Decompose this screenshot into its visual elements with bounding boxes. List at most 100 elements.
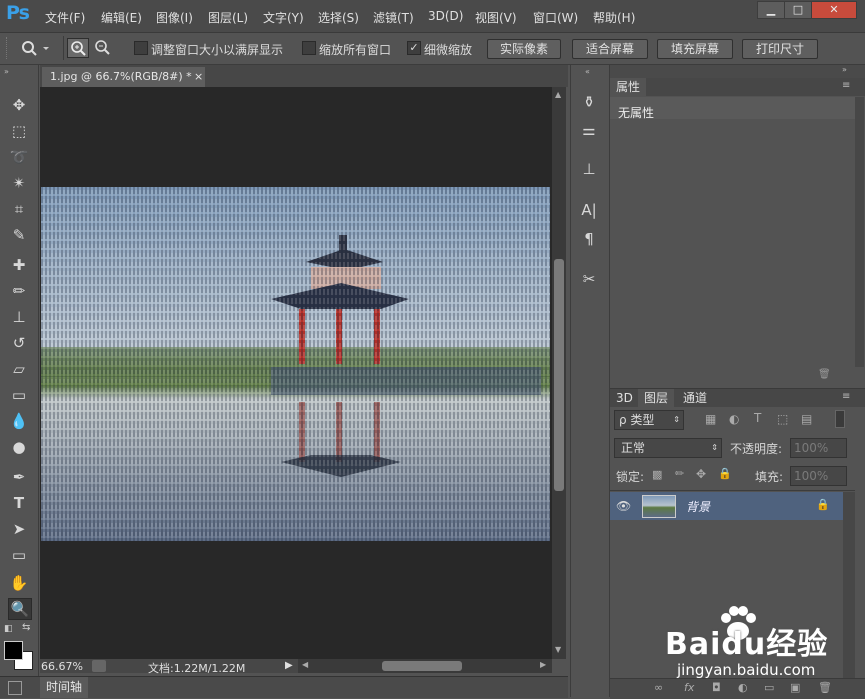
crop-tool-icon[interactable]: ⌗ [8,199,30,219]
clone-source-icon[interactable]: ⊥ [578,159,600,179]
visibility-eye-icon[interactable]: 👁 [616,499,631,513]
marquee-tool-icon[interactable]: ⬚ [8,121,30,141]
character-panel-icon[interactable]: A| [578,200,600,220]
zoom-tool-preset-icon[interactable] [20,39,50,57]
menu-window[interactable]: 窗口(W) [533,9,578,26]
document-tab[interactable]: 1.jpg @ 66.7%(RGB/8#) * × [42,67,205,87]
filter-type-icon[interactable]: T [754,411,761,425]
fill-input[interactable]: 100% [790,466,847,486]
menu-edit[interactable]: 编辑(E) [101,9,142,26]
menu-image[interactable]: 图像(I) [156,9,193,26]
expand-icon[interactable]: « [585,67,590,76]
dodge-tool-icon[interactable]: ● [8,437,30,457]
brush-presets-icon[interactable]: ⚱ [578,92,600,112]
scroll-up-icon[interactable]: ▲ [555,90,561,99]
resize-windows-checkbox[interactable] [134,41,148,55]
options-grip[interactable] [6,37,9,59]
lock-pixels-icon[interactable]: ✏ [675,467,684,480]
menu-select[interactable]: 选择(S) [318,9,359,26]
default-colors-icon[interactable]: ◧ [4,624,13,634]
close-button[interactable]: ✕ [811,1,857,19]
pen-tool-icon[interactable]: ✒ [8,467,30,487]
blur-tool-icon[interactable]: 💧 [8,411,30,431]
eyedropper-icon[interactable]: ✎ [8,225,30,245]
menu-layer[interactable]: 图层(L) [208,9,248,26]
tab-close-icon[interactable]: × [194,67,203,87]
scroll-down-icon[interactable]: ▼ [555,645,561,654]
document-image[interactable] [41,187,550,541]
scroll-right-icon[interactable]: ▶ [540,660,546,669]
foreground-color-swatch[interactable] [4,641,23,660]
timeline-tab[interactable]: 时间轴 [40,677,88,698]
tool-presets-icon[interactable]: ✂ [578,269,600,289]
filter-smart-object-icon[interactable]: ▤ [801,412,812,426]
layers-menu-icon[interactable]: ≡ [842,391,850,402]
blend-mode-select[interactable]: 正常 ⇕ [614,438,722,458]
lock-transparent-icon[interactable]: ▩ [652,468,662,481]
menu-help[interactable]: 帮助(H) [593,9,635,26]
filter-adjustment-icon[interactable]: ◐ [729,412,739,426]
properties-tab[interactable]: 属性 [610,78,647,96]
layer-kind-filter[interactable]: ρ 类型 ⇕ [614,410,684,430]
lock-all-icon[interactable]: 🔒 [718,467,732,480]
properties-scrollbar[interactable] [855,97,864,367]
collapse-panels-icon[interactable]: » [842,65,847,74]
rectangle-tool-icon[interactable]: ▭ [8,545,30,565]
status-menu-arrow[interactable]: ▶ [285,660,293,671]
zoom-level[interactable]: 66.67% [41,660,83,673]
magic-wand-icon[interactable]: ✴ [8,173,30,193]
history-brush-icon[interactable]: ↺ [8,333,30,353]
maximize-button[interactable]: □ [784,1,812,19]
zoom-tool-icon[interactable]: 🔍 [8,598,32,620]
hand-tool-icon[interactable]: ✋ [8,573,30,593]
vertical-scroll-thumb[interactable] [554,259,564,491]
filter-pixel-icon[interactable]: ▦ [705,412,716,426]
timeline-icon[interactable] [8,681,22,695]
panel-menu-icon[interactable]: ≡ [842,80,850,91]
zoom-out-icon[interactable] [92,38,112,56]
menu-view[interactable]: 视图(V) [475,9,517,26]
zoom-in-icon[interactable] [67,38,89,58]
move-tool-icon[interactable]: ✥ [8,95,30,115]
fill-screen-button[interactable]: 填充屏幕 [657,39,733,59]
lasso-tool-icon[interactable]: ➰ [8,147,30,167]
brush-panel-icon[interactable]: ⚌ [578,120,600,140]
filter-shape-icon[interactable]: ⬚ [777,412,788,426]
brush-tool-icon[interactable]: ✏ [8,281,30,301]
horizontal-scrollbar[interactable]: ◀ ▶ [298,659,552,673]
menu-filter[interactable]: 滤镜(T) [373,9,414,26]
print-size-button[interactable]: 打印尺寸 [742,39,818,59]
tab-3d[interactable]: 3D [610,389,639,407]
scrubby-zoom-checkbox[interactable]: ✓ [407,41,421,55]
layer-row[interactable]: 👁 背景 🔒 [610,492,843,520]
vertical-scrollbar[interactable]: ▲ ▼ [552,87,566,659]
actual-pixels-button[interactable]: 实际像素 [487,39,561,59]
delete-icon[interactable]: 🗑 [818,369,831,380]
horizontal-scroll-thumb[interactable] [382,661,462,671]
type-tool-icon[interactable]: T [8,493,30,513]
tab-layers[interactable]: 图层 [638,389,675,407]
eraser-icon[interactable]: ▱ [8,359,30,379]
fit-screen-button[interactable]: 适合屏幕 [572,39,648,59]
opacity-input[interactable]: 100% [790,438,847,458]
paragraph-panel-icon[interactable]: ¶ [578,229,600,249]
swap-colors-icon[interactable]: ⇆ [22,622,30,633]
menu-type[interactable]: 文字(Y) [263,9,304,26]
link-layers-icon[interactable]: ∞ [654,681,663,694]
minimize-button[interactable]: ▁ [757,1,785,19]
zoom-all-checkbox[interactable] [302,41,316,55]
layer-name[interactable]: 背景 [686,498,710,515]
healing-brush-icon[interactable]: ✚ [8,255,30,275]
menu-3d[interactable]: 3D(D) [428,9,463,23]
menu-file[interactable]: 文件(F) [45,9,85,26]
lock-position-icon[interactable]: ✥ [696,467,706,481]
filter-toggle[interactable] [835,410,845,428]
clone-stamp-icon[interactable]: ⊥ [8,307,30,327]
path-selection-icon[interactable]: ➤ [8,519,30,539]
tab-channels[interactable]: 通道 [677,389,713,407]
layer-thumbnail [642,495,676,518]
scroll-left-icon[interactable]: ◀ [302,660,308,669]
status-info-icon[interactable] [92,660,106,672]
gradient-tool-icon[interactable]: ▭ [8,385,30,405]
collapse-icon[interactable]: » [4,67,9,76]
